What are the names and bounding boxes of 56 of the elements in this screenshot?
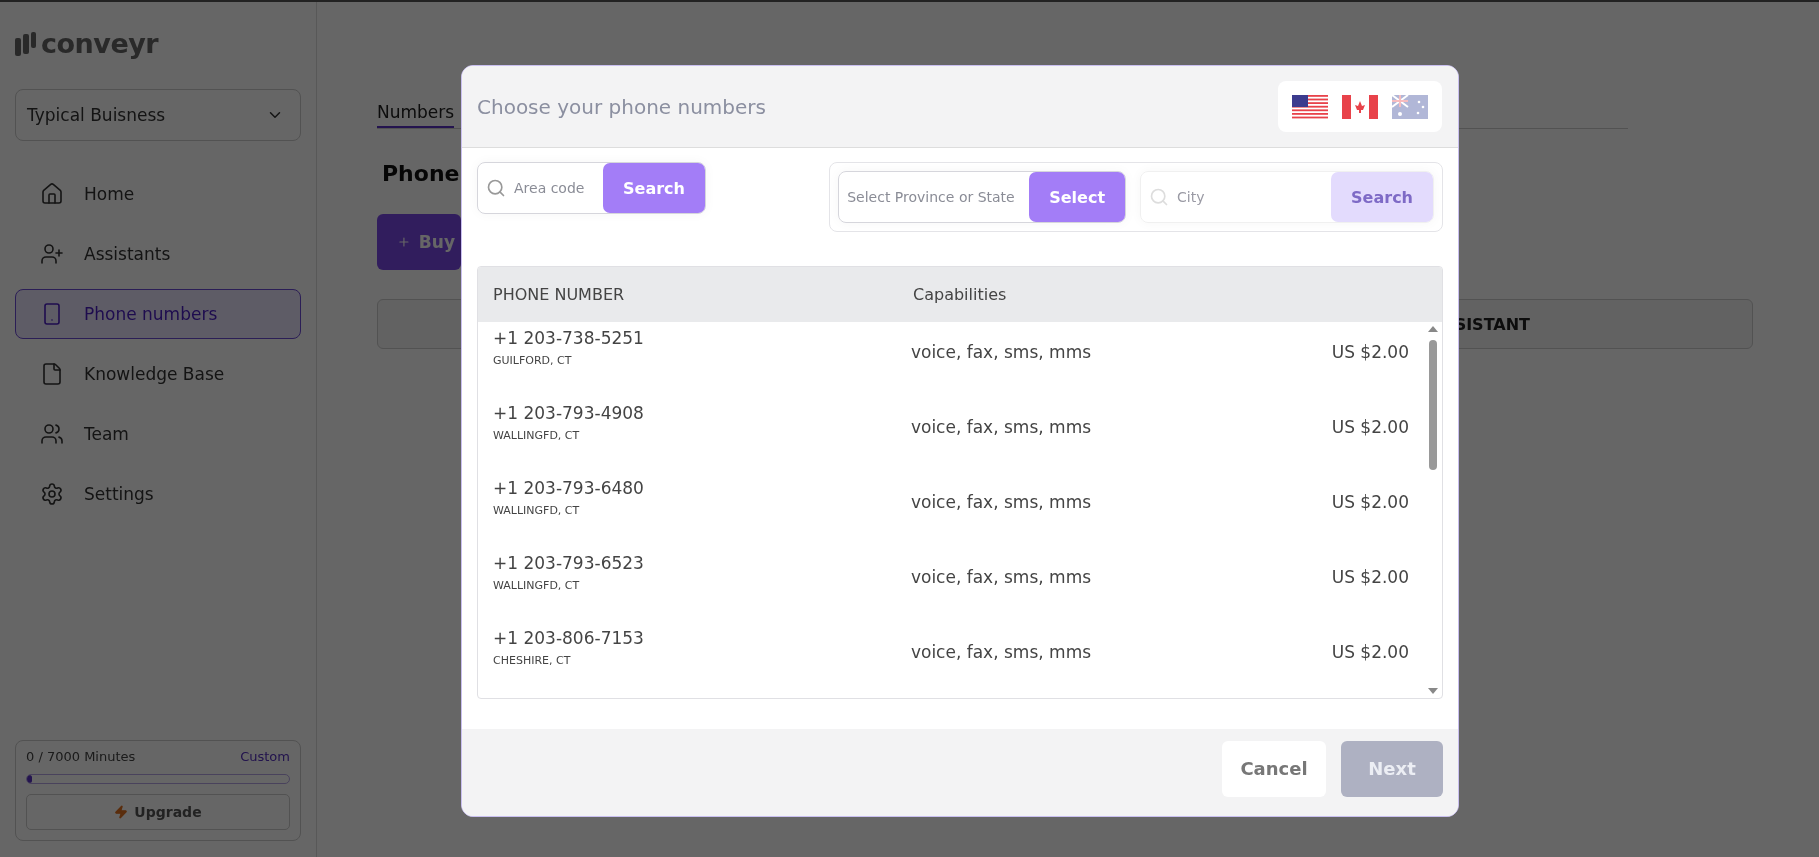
logo-icon xyxy=(15,31,37,56)
page-heading: Phone xyxy=(382,161,461,186)
price: US $2.00 xyxy=(1330,642,1409,664)
home-icon xyxy=(40,182,64,206)
nav-item[interactable]: Home xyxy=(15,169,301,219)
nav-item[interactable]: Assistants xyxy=(15,229,301,279)
location: CHESHIRE, CT xyxy=(493,654,572,667)
price: US $2.00 xyxy=(1330,492,1409,514)
cancel-button[interactable]: Cancel xyxy=(1222,740,1326,797)
province-select[interactable]: Select Province or State Select xyxy=(838,171,1127,223)
capabilities: voice, fax, sms, mms xyxy=(909,567,1093,589)
location: WALLINGFD, CT xyxy=(493,429,581,442)
tab[interactable]: Numbers xyxy=(377,102,455,128)
number-row[interactable]: +1 203-806-7153 CHESHIRE, CT voice, fax, sms, mms US $2.00 xyxy=(478,622,1424,697)
nav-item[interactable]: Settings xyxy=(15,469,301,519)
add-user-icon xyxy=(40,242,64,266)
plan-link[interactable]: Custom xyxy=(240,749,290,764)
area-code-search[interactable]: Area code Search xyxy=(477,162,706,214)
phone-number: +1 203-793-4908 xyxy=(493,403,645,423)
city-placeholder: City xyxy=(1177,189,1205,205)
upgrade-button[interactable]: Upgrade xyxy=(26,794,290,830)
nav-item[interactable]: Phone numbers xyxy=(15,289,301,339)
capabilities: voice, fax, sms, mms xyxy=(909,492,1093,514)
price: US $2.00 xyxy=(1330,567,1409,589)
province-placeholder: Select Province or State xyxy=(847,189,1015,205)
price: US $2.00 xyxy=(1330,417,1409,439)
modal-title: Choose your phone numbers xyxy=(477,94,766,119)
phone-number: +1 203-793-6480 xyxy=(493,478,645,498)
area-code-placeholder: Area code xyxy=(514,180,585,196)
phone-number: +1 203-806-7153 xyxy=(493,628,645,648)
search-icon xyxy=(1149,187,1170,207)
location: WALLINGFD, CT xyxy=(493,504,581,517)
number-row[interactable]: +1 203-793-6523 WALLINGFD, CT voice, fax, sms, mms US $2.00 xyxy=(478,547,1424,622)
number-row[interactable]: +1 203-793-4908 WALLINGFD, CT voice, fax, sms, mms US $2.00 xyxy=(478,397,1424,472)
location: WALLINGFD, CT xyxy=(493,579,581,592)
document-icon xyxy=(40,362,64,386)
capabilities: voice, fax, sms, mms xyxy=(909,417,1093,439)
nav-item[interactable]: Knowledge Base xyxy=(15,349,301,399)
users-icon xyxy=(40,422,64,446)
phone-number: +1 203-793-6523 xyxy=(493,553,645,573)
canada-flag-icon[interactable] xyxy=(1342,94,1378,119)
location: GUILFORD, CT xyxy=(493,354,573,367)
phone-number: +1 203-738-5251 xyxy=(493,328,645,348)
lightning-icon xyxy=(114,805,129,819)
search-icon xyxy=(486,178,506,198)
select-button[interactable]: Select xyxy=(1029,172,1126,222)
workspace-select[interactable]: Typical Buisness xyxy=(15,89,301,141)
capabilities: voice, fax, sms, mms xyxy=(909,642,1093,664)
number-row[interactable]: +1 203-793-6480 WALLINGFD, CT voice, fax, sms, mms US $2.00 xyxy=(478,472,1424,547)
buy-button[interactable]: Buy xyxy=(377,214,461,270)
nav-item[interactable]: Team xyxy=(15,409,301,459)
usage-label: 0 / 7000 Minutes xyxy=(26,749,136,764)
logo-text: conveyr xyxy=(41,28,159,59)
settings-icon xyxy=(40,482,64,506)
us-flag-icon[interactable] xyxy=(1292,94,1328,119)
search-button[interactable]: Search xyxy=(603,163,705,213)
